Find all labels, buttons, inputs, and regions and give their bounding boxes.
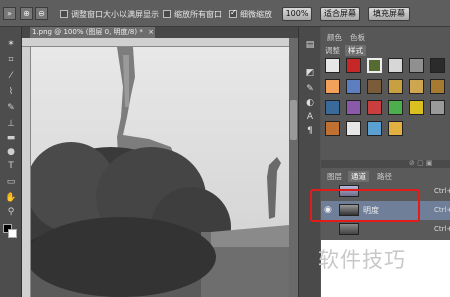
- rectangle-icon[interactable]: ▭: [5, 177, 17, 187]
- style-swatch[interactable]: [430, 79, 445, 94]
- zoom-all-label: 缩放所有窗口: [174, 10, 222, 19]
- palette-icon[interactable]: ▤: [304, 39, 316, 51]
- style-swatch[interactable]: [325, 121, 340, 136]
- type-icon[interactable]: T: [5, 161, 17, 171]
- style-swatch[interactable]: [409, 100, 424, 115]
- swatch-icon[interactable]: ◩: [304, 67, 316, 79]
- dodge-icon[interactable]: ●: [5, 147, 17, 157]
- style-swatch[interactable]: [325, 79, 340, 94]
- scrubby-zoom-label: 细微缩放: [240, 10, 272, 19]
- document-tab-title: 1.png @ 100% (图层 0, 明度/8) *: [32, 28, 143, 36]
- style-swatch[interactable]: [346, 100, 361, 115]
- text-a-icon[interactable]: A: [304, 111, 316, 123]
- scrollbar-thumb[interactable]: [290, 100, 297, 140]
- zoom-all-checkbox[interactable]: [163, 10, 171, 18]
- photoshop-window: » ⊕ ⊖ 调整窗口大小以满屏显示 缩放所有窗口 细微缩放 100% 适合屏幕 …: [0, 0, 450, 297]
- style-swatch[interactable]: [430, 58, 445, 73]
- zoom-tool-icon[interactable]: ⚲: [5, 207, 17, 217]
- background-color-swatch[interactable]: [8, 229, 17, 238]
- style-swatch[interactable]: [388, 58, 403, 73]
- vertical-scrollbar[interactable]: [289, 38, 298, 297]
- channel-thumbnail: [339, 223, 359, 235]
- channels-panel: ⊘ ▢ ▣ 图层 通道 路径 Ctrl+ ◉ 明度 Ctrl+ Ctrl+: [321, 159, 450, 297]
- style-swatch[interactable]: [388, 121, 403, 136]
- style-swatch[interactable]: [409, 79, 424, 94]
- highlight-box: [310, 189, 420, 222]
- style-swatch[interactable]: [388, 79, 403, 94]
- tab-layers[interactable]: 图层: [327, 171, 342, 182]
- canvas-image[interactable]: [31, 47, 289, 297]
- style-swatch[interactable]: [388, 100, 403, 115]
- hand-icon[interactable]: ✋: [5, 193, 17, 203]
- watermark-text: 软件技巧: [318, 248, 406, 272]
- panel-icon-strip: ▤ ◩ ✎ ◐ A ¶: [298, 27, 320, 297]
- document-tab[interactable]: 1.png @ 100% (图层 0, 明度/8) * ×: [30, 27, 155, 38]
- crop-icon[interactable]: ⌗: [5, 55, 17, 65]
- style-swatch[interactable]: [409, 58, 424, 73]
- brush-icon[interactable]: ✎: [5, 103, 17, 113]
- paragraph-icon[interactable]: ¶: [304, 125, 316, 137]
- close-tab-icon[interactable]: ×: [148, 28, 154, 36]
- style-swatch[interactable]: [325, 58, 340, 73]
- tab-styles[interactable]: 样式: [345, 45, 366, 56]
- tab-adjustments[interactable]: 调整: [325, 45, 340, 56]
- options-bar: » ⊕ ⊖ 调整窗口大小以满屏显示 缩放所有窗口 细微缩放 100% 适合屏幕 …: [0, 0, 450, 27]
- panel-divider: ⊘ ▢ ▣: [321, 159, 450, 168]
- style-swatch[interactable]: [367, 58, 382, 73]
- fit-window-checkbox[interactable]: [60, 10, 68, 18]
- magic-wand-icon[interactable]: ✶: [5, 39, 17, 49]
- clone-stamp-icon[interactable]: ⊥: [5, 119, 17, 129]
- brush-icon[interactable]: ✎: [304, 83, 316, 95]
- scrubby-zoom-checkbox[interactable]: [229, 8, 237, 18]
- zoom-100-button[interactable]: 100%: [282, 7, 312, 21]
- style-swatch[interactable]: [346, 58, 361, 73]
- move-tool-icon[interactable]: »: [3, 7, 16, 20]
- tools-panel: ✶ ⌗ ⁄ ⌇ ✎ ⊥ ▬ ● T ▭ ✋ ⚲: [0, 27, 22, 297]
- zoom-in-icon[interactable]: ⊕: [20, 7, 33, 20]
- style-swatch[interactable]: [346, 121, 361, 136]
- zoom-out-icon[interactable]: ⊖: [35, 7, 48, 20]
- eyedropper-icon[interactable]: ⁄: [5, 71, 17, 81]
- style-swatch[interactable]: [430, 100, 445, 115]
- tab-channels[interactable]: 通道: [348, 171, 369, 182]
- style-swatch[interactable]: [325, 100, 340, 115]
- style-swatch[interactable]: [346, 79, 361, 94]
- styles-panel: 颜色 色板 调整 样式: [321, 27, 450, 160]
- channel-shortcut: Ctrl+: [434, 225, 450, 233]
- fit-screen-button[interactable]: 适合屏幕: [320, 7, 360, 21]
- gradient-icon[interactable]: ▬: [5, 133, 17, 143]
- style-swatch[interactable]: [367, 121, 382, 136]
- tab-paths[interactable]: 路径: [377, 171, 392, 182]
- horizontal-ruler: [22, 38, 289, 47]
- giraffe-photo: [31, 47, 289, 297]
- tab-swatches[interactable]: 色板: [350, 32, 365, 43]
- channel-shortcut: Ctrl+: [434, 187, 450, 195]
- fill-screen-button[interactable]: 填充屏幕: [368, 7, 410, 21]
- style-swatch[interactable]: [367, 79, 382, 94]
- style-swatch-grid: [325, 58, 449, 143]
- style-swatch[interactable]: [367, 100, 382, 115]
- vertical-ruler: [22, 47, 31, 297]
- channel-row[interactable]: Ctrl+: [321, 220, 450, 239]
- healing-brush-icon[interactable]: ⌇: [5, 87, 17, 97]
- panel-tools-icon[interactable]: ⊘ ▢ ▣: [409, 159, 433, 167]
- fit-window-label: 调整窗口大小以满屏显示: [71, 10, 159, 19]
- channel-shortcut: Ctrl+: [434, 206, 450, 214]
- adjust-icon[interactable]: ◐: [304, 97, 316, 109]
- tab-color[interactable]: 颜色: [327, 32, 342, 43]
